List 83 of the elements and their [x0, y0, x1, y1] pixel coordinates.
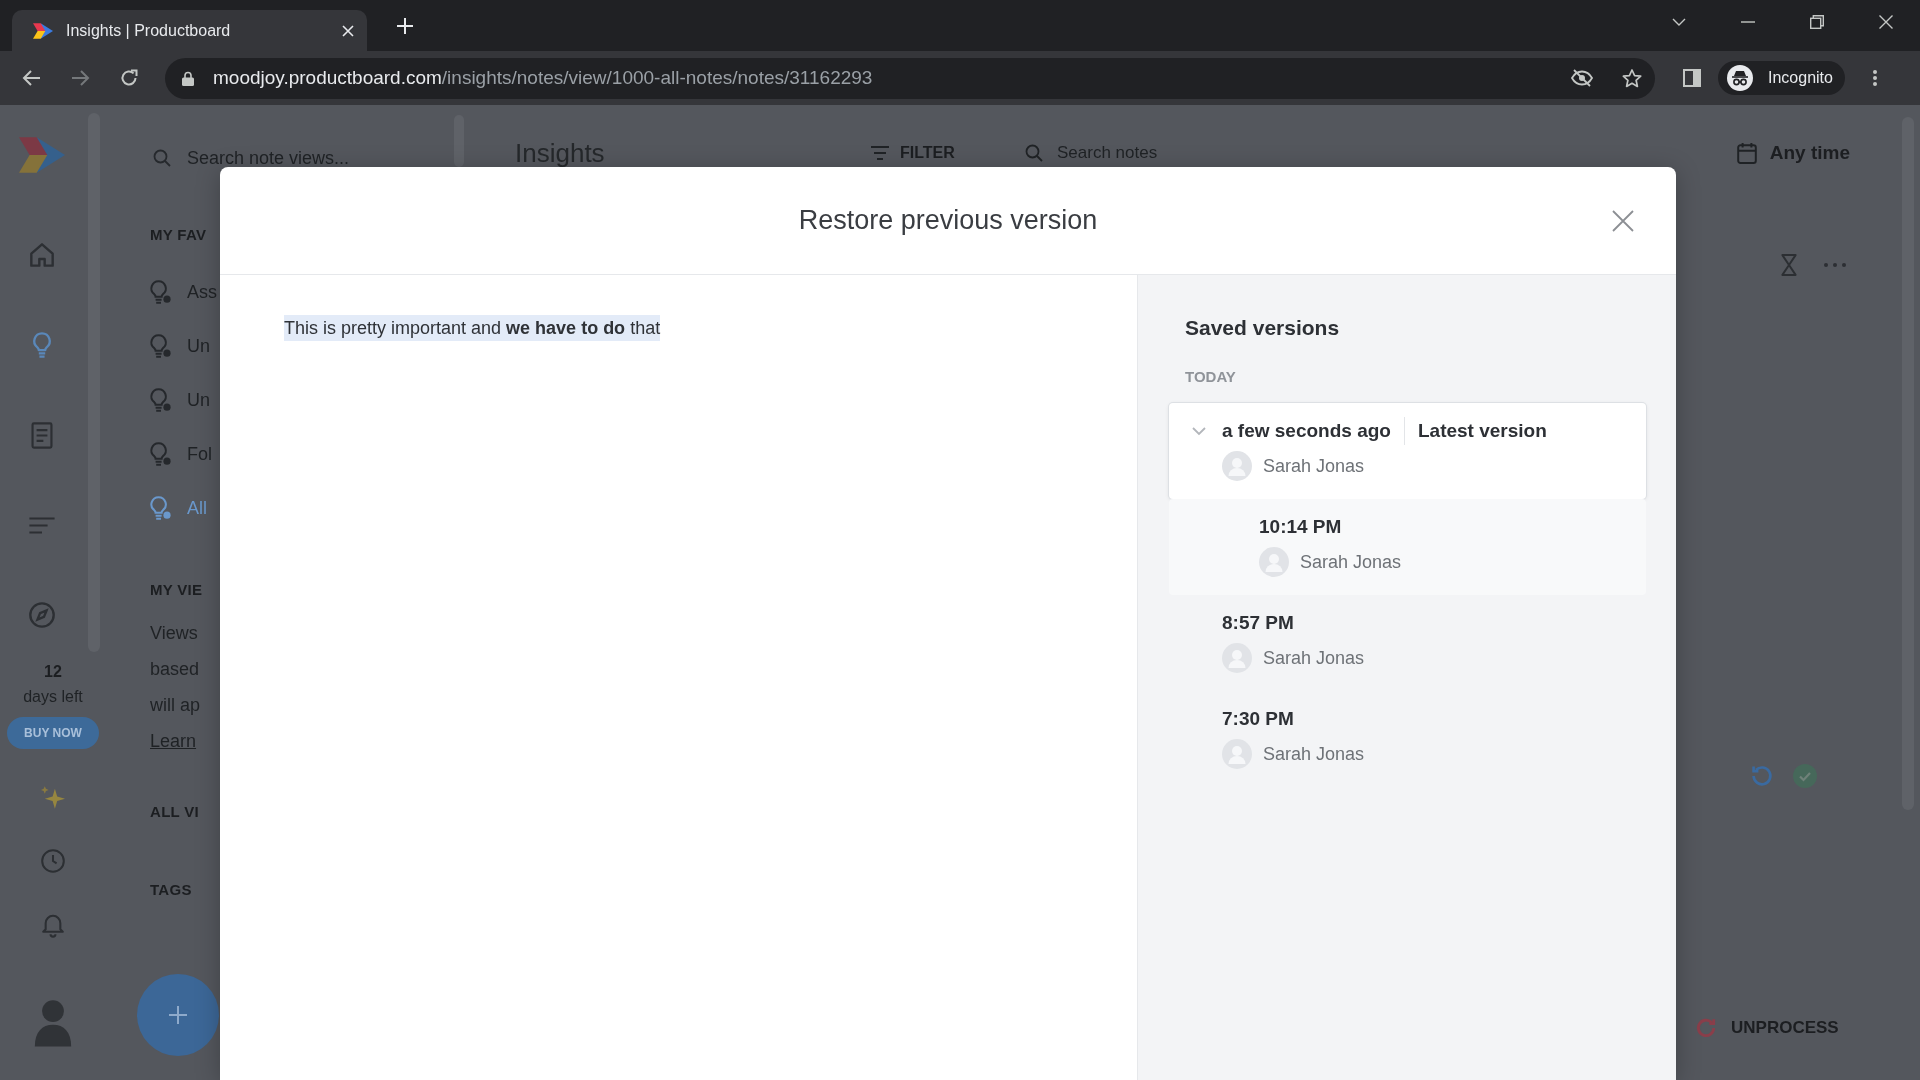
description-text: based [150, 658, 200, 681]
dialog-title: Restore previous version [798, 205, 1098, 236]
description-text: will ap [150, 694, 201, 717]
section-heading: MY VIE [150, 581, 203, 599]
plus-icon[interactable] [397, 17, 413, 34]
browser-tab[interactable]: Insights | Productboard [12, 10, 367, 51]
note-view-item[interactable]: Ass [150, 265, 217, 319]
search-field[interactable]: Search notes [1057, 143, 1187, 163]
note-view-item[interactable]: Un [150, 373, 210, 427]
url-text[interactable]: moodjoy.productboard.com/insights/notes/view/1000-all-notes/notes/31162293 [213, 67, 873, 89]
lightbulb-icon [150, 496, 172, 520]
section-heading: MY FAV [150, 226, 207, 244]
version-label: Latest version [1417, 420, 1547, 442]
author-name: Sarah Jonas [1263, 743, 1365, 765]
plus-icon [169, 1006, 187, 1024]
note-view-item[interactable]: Fol [150, 427, 212, 481]
filter-icon [870, 146, 890, 160]
app-logo-icon [33, 22, 53, 39]
section-heading: ALL VI [150, 803, 200, 821]
version-item[interactable]: 10:14 PM Sarah Jonas [1169, 499, 1646, 595]
lightbulb-icon [150, 388, 172, 412]
restore-icon[interactable] [1809, 15, 1824, 29]
note-view-item[interactable]: Un [150, 319, 210, 373]
circular-arrow-icon [1695, 1017, 1717, 1039]
author-name: Sarah Jonas [1300, 551, 1402, 573]
note-text: This is pretty important and we have to do that [284, 315, 661, 341]
description-text: Views [150, 622, 198, 645]
version-time: 7:30 PM [1222, 708, 1294, 730]
minimize-icon[interactable] [1740, 21, 1755, 23]
sparkle-icon[interactable] [41, 785, 65, 809]
panel-title: Saved versions [1185, 315, 1341, 341]
version-item[interactable]: 8:57 PM Sarah Jonas [1169, 595, 1646, 691]
home-icon[interactable] [30, 243, 54, 267]
lines-icon[interactable] [28, 516, 56, 534]
author-name: Sarah Jonas [1263, 455, 1365, 477]
search-icon [153, 149, 171, 167]
author-name: Sarah Jonas [1263, 647, 1365, 669]
user-silhouette-icon[interactable] [33, 997, 73, 1047]
lightbulb-icon[interactable] [33, 332, 51, 358]
lightbulb-icon [150, 334, 172, 358]
version-time: 10:14 PM [1259, 516, 1342, 538]
lightbulb-icon [150, 280, 172, 304]
date-group-label: TODAY [1185, 368, 1237, 386]
reload-icon[interactable] [120, 69, 138, 87]
learn-more-link[interactable]: Learn [150, 723, 197, 759]
version-item[interactable]: a few seconds ago Latest version Sarah Jonas [1169, 403, 1646, 499]
compass-icon[interactable] [29, 602, 55, 628]
trial-days-label: days left [23, 687, 83, 707]
buy-now-button[interactable]: BUY NOW [7, 717, 99, 749]
search-icon [1025, 144, 1043, 162]
calendar-icon [1736, 142, 1757, 164]
bell-icon[interactable] [42, 913, 64, 937]
version-time: 8:57 PM [1222, 612, 1294, 634]
profile-button[interactable]: Incognito [1718, 61, 1845, 95]
lock-icon [182, 70, 194, 86]
incognito-icon [1727, 65, 1753, 91]
unprocess-button[interactable]: UNPROCESS [1695, 1017, 1839, 1039]
eye-slash-icon[interactable] [1571, 69, 1593, 87]
app-logo-icon[interactable] [19, 137, 65, 173]
more-icon[interactable] [1824, 263, 1846, 267]
check-circle-icon[interactable] [1793, 764, 1817, 788]
chevron-down-icon[interactable] [1671, 18, 1686, 26]
document-icon[interactable] [31, 421, 53, 449]
version-item[interactable]: 7:30 PM Sarah Jonas [1169, 691, 1646, 787]
clock-icon[interactable] [41, 849, 65, 873]
note-view-item[interactable]: All [150, 481, 207, 535]
avatar-icon [1222, 451, 1252, 481]
circular-arrow-icon[interactable] [1750, 764, 1774, 788]
scrollbar[interactable] [454, 115, 464, 167]
lightbulb-icon [150, 442, 172, 466]
star-icon[interactable] [1622, 68, 1642, 88]
trial-days-count: 12 [44, 662, 62, 682]
forward-arrow-icon[interactable] [71, 70, 89, 86]
filter-button[interactable]: FILTER [870, 144, 955, 162]
side-panel-icon[interactable] [1683, 69, 1701, 87]
back-arrow-icon[interactable] [23, 70, 41, 86]
section-heading: TAGS [150, 881, 192, 899]
address-bar[interactable]: moodjoy.productboard.com/insights/notes/view/1000-all-notes/notes/31162293 [165, 57, 1655, 99]
version-time: a few seconds ago [1222, 420, 1391, 442]
kebab-menu-icon[interactable] [1872, 70, 1877, 86]
date-filter-button[interactable]: Any time [1736, 142, 1850, 164]
hourglass-icon[interactable] [1781, 254, 1797, 276]
close-icon[interactable] [1878, 15, 1893, 29]
